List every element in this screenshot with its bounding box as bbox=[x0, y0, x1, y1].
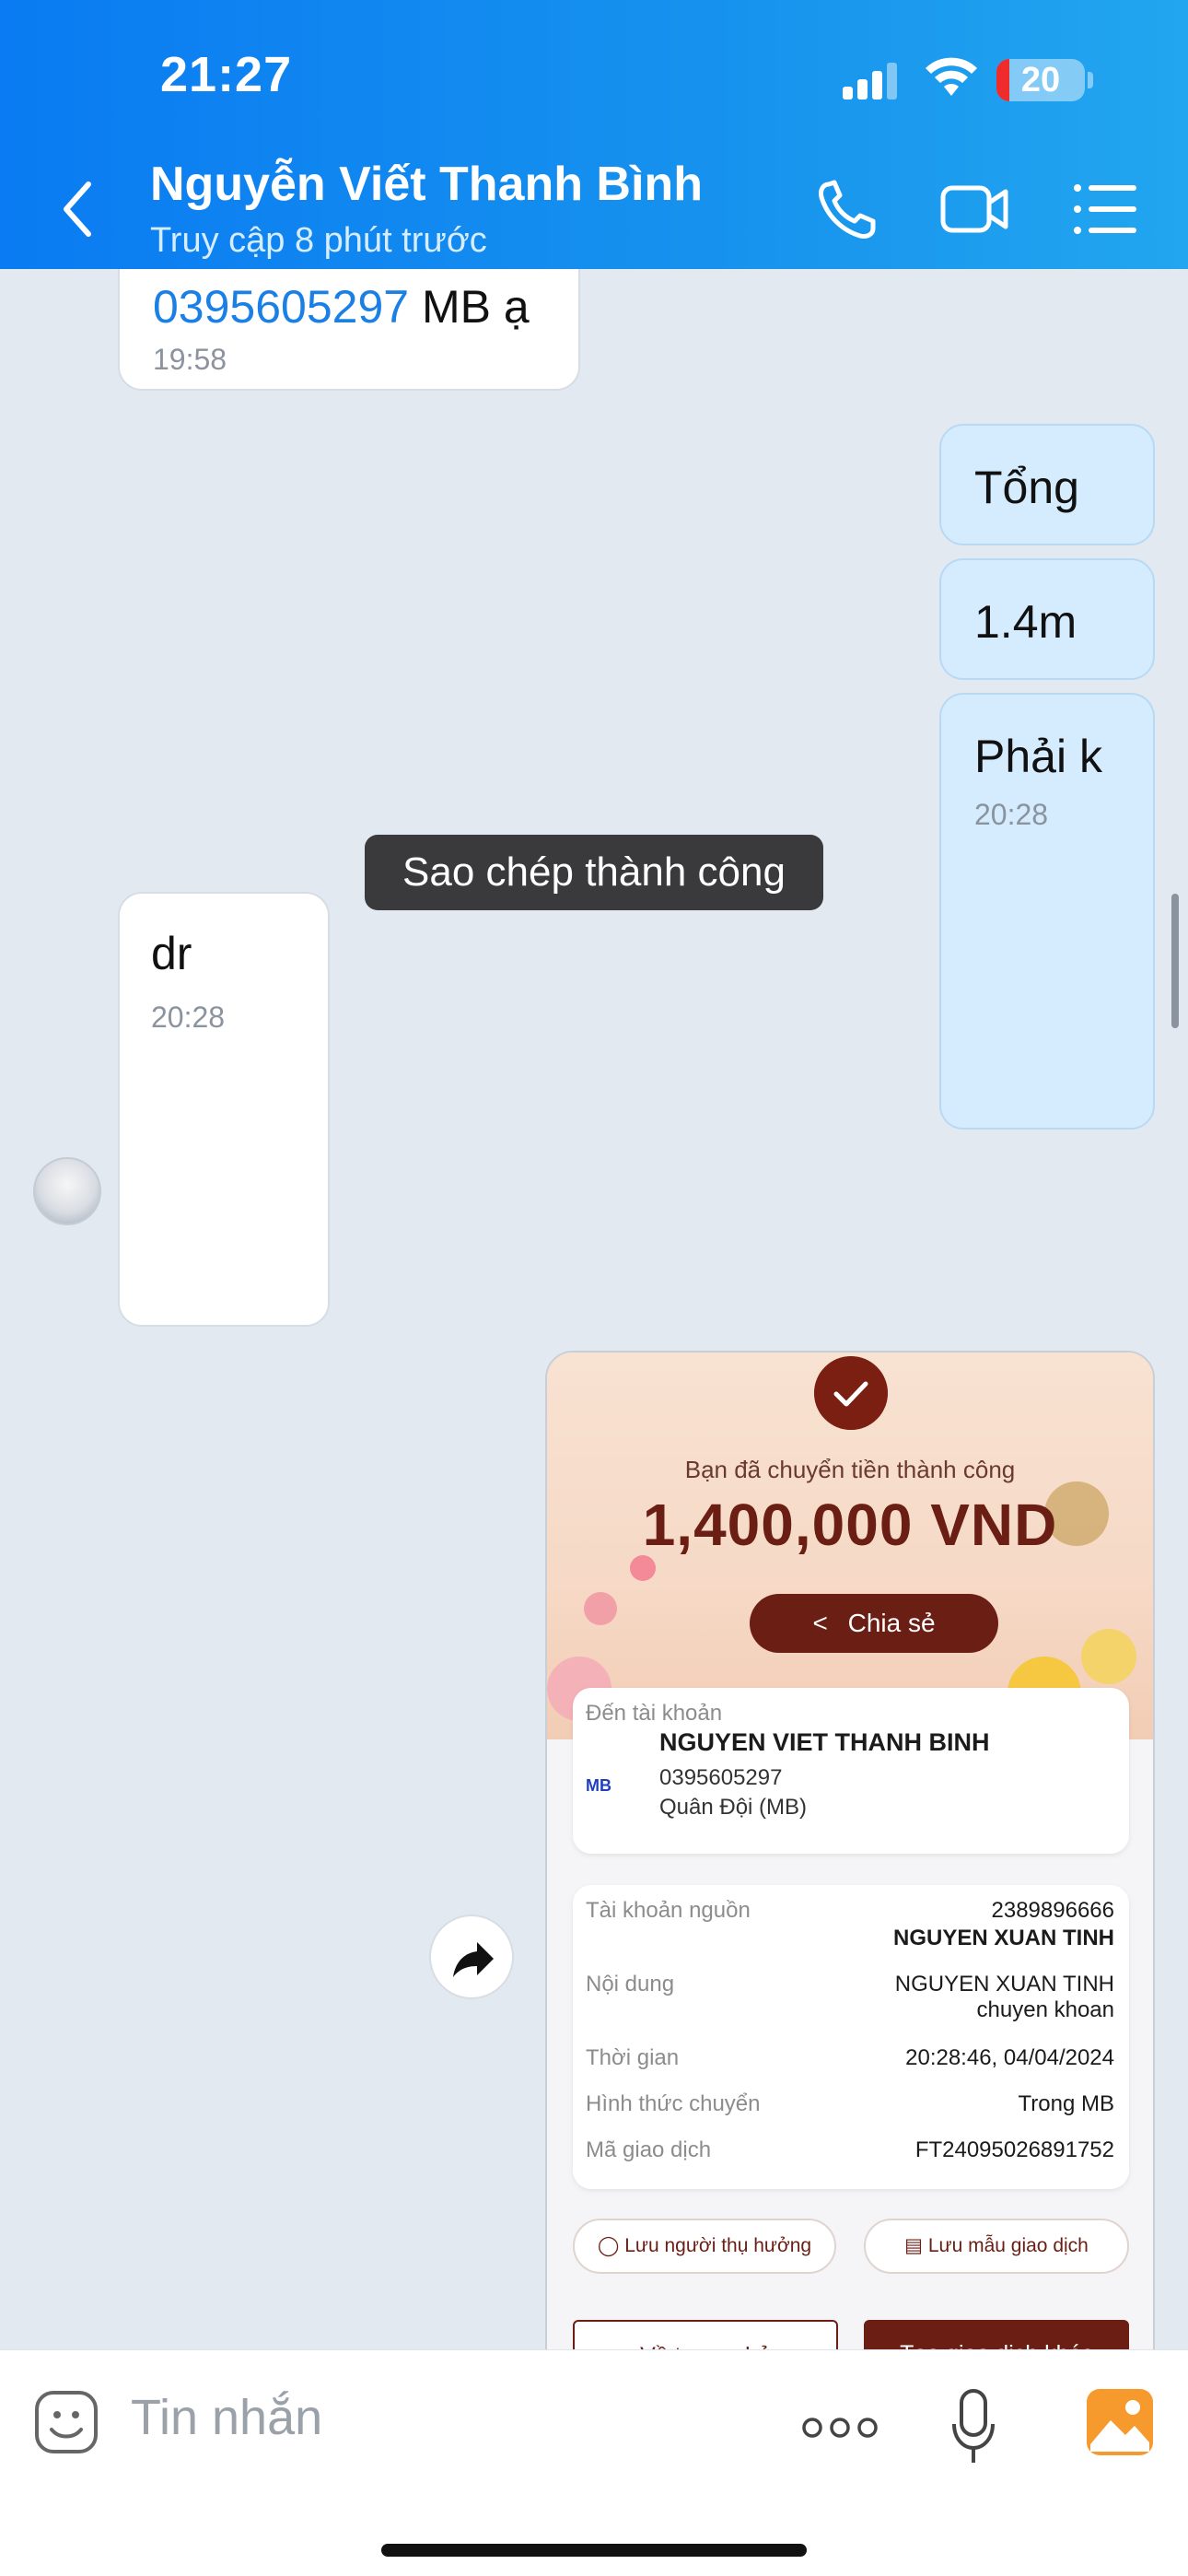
transaction-details-card: Tài khoản nguồn 2389896666 NGUYEN XUAN T… bbox=[573, 1885, 1129, 2189]
detail-value: NGUYEN XUAN TINH bbox=[894, 1972, 1114, 1996]
microphone-icon[interactable] bbox=[949, 2387, 998, 2466]
message-text: Tổng bbox=[974, 462, 1079, 513]
contact-avatar[interactable] bbox=[33, 1157, 101, 1225]
recipient-name: NGUYEN VIET THANH BINH bbox=[659, 1728, 990, 1756]
copy-success-toast: Sao chép thành công bbox=[365, 835, 823, 910]
message-input[interactable]: Tin nhắn bbox=[131, 2389, 322, 2446]
message-time: 20:28 bbox=[974, 798, 1049, 831]
chat-header: 21:27 20 Nguyễn Viết Thanh Bình Truy cập… bbox=[0, 0, 1188, 269]
sticker-emoji-icon[interactable] bbox=[33, 2389, 99, 2455]
transfer-amount: 1,400,000 VND bbox=[642, 1492, 1058, 1558]
message-bubble-incoming[interactable] bbox=[118, 892, 330, 1327]
video-call-icon[interactable] bbox=[938, 175, 1011, 243]
message-time: 19:58 bbox=[153, 343, 227, 376]
back-icon[interactable] bbox=[55, 177, 101, 241]
detail-value: Trong MB bbox=[1018, 2091, 1114, 2116]
share-icon: < bbox=[812, 1609, 828, 1637]
cellular-signal-icon bbox=[843, 63, 898, 100]
mb-bank-logo: MB bbox=[586, 1776, 611, 1795]
phone-number-link[interactable]: 0395605297 bbox=[153, 281, 409, 333]
detail-label: Hình thức chuyển bbox=[586, 2091, 761, 2116]
menu-list-icon[interactable] bbox=[1068, 175, 1142, 243]
document-icon: ▤ bbox=[904, 2235, 928, 2256]
detail-value: 2389896666 bbox=[991, 1898, 1114, 1923]
forward-button[interactable] bbox=[429, 1914, 514, 1999]
save-beneficiary-pill: ◯ Lưu người thụ hưởng bbox=[573, 2219, 836, 2274]
share-button: < Chia sẻ bbox=[750, 1594, 998, 1653]
more-options-icon[interactable] bbox=[801, 2415, 879, 2441]
battery-icon: 20 bbox=[996, 59, 1085, 101]
message-text: dr bbox=[151, 928, 192, 979]
home-indicator bbox=[381, 2544, 807, 2557]
chat-messages[interactable]: 0395605297 MB ạ 19:58 Tổng 1.4m Phải k 2… bbox=[0, 232, 1188, 2570]
detail-label: Tài khoản nguồn bbox=[586, 1898, 751, 1923]
save-template-pill: ▤ Lưu mẫu giao dịch bbox=[864, 2219, 1129, 2274]
message-text: MB ạ bbox=[409, 281, 530, 333]
detail-label: Mã giao dịch bbox=[586, 2137, 712, 2162]
recipient-bank: Quân Đội (MB) bbox=[659, 1795, 808, 1820]
contact-status: Truy cập 8 phút trước bbox=[150, 221, 487, 260]
recipient-account: 0395605297 bbox=[659, 1765, 783, 1790]
success-check-icon bbox=[814, 1356, 888, 1430]
status-time: 21:27 bbox=[160, 47, 293, 102]
recipient-card: Đến tài khoản MB NGUYEN VIET THANH BINH … bbox=[573, 1688, 1129, 1854]
message-text: 1.4m bbox=[974, 596, 1077, 648]
user-circle-icon: ◯ bbox=[597, 2235, 625, 2256]
wifi-icon bbox=[926, 57, 977, 96]
photo-gallery-icon[interactable] bbox=[1085, 2387, 1155, 2457]
detail-label: Nội dung bbox=[586, 1972, 675, 1996]
battery-level: 20 bbox=[1020, 61, 1061, 100]
detail-value: 20:28:46, 04/04/2024 bbox=[905, 2045, 1114, 2070]
message-text: Phải k bbox=[974, 731, 1102, 782]
phone-call-icon[interactable] bbox=[812, 175, 886, 243]
to-account-label: Đến tài khoản bbox=[586, 1701, 723, 1726]
success-message: Bạn đã chuyển tiền thành công bbox=[684, 1456, 1016, 1483]
detail-value: FT24095026891752 bbox=[914, 2137, 1114, 2162]
contact-name[interactable]: Nguyễn Viết Thanh Bình bbox=[150, 157, 703, 212]
message-time: 20:28 bbox=[151, 1001, 226, 1034]
detail-label: Thời gian bbox=[586, 2045, 680, 2070]
message-bubble-outgoing[interactable]: Phải k 20:28 bbox=[939, 693, 1155, 1130]
scrollbar[interactable] bbox=[1171, 894, 1179, 1028]
message-bubble-outgoing[interactable]: 1.4m bbox=[939, 558, 1155, 680]
detail-value: NGUYEN XUAN TINH bbox=[892, 1926, 1114, 1950]
share-arrow-icon bbox=[453, 1942, 494, 1977]
detail-value: chuyen khoan bbox=[976, 1997, 1114, 2022]
message-bubble-outgoing[interactable]: Tổng bbox=[939, 424, 1155, 545]
message-input-bar: Tin nhắn bbox=[0, 2349, 1188, 2576]
